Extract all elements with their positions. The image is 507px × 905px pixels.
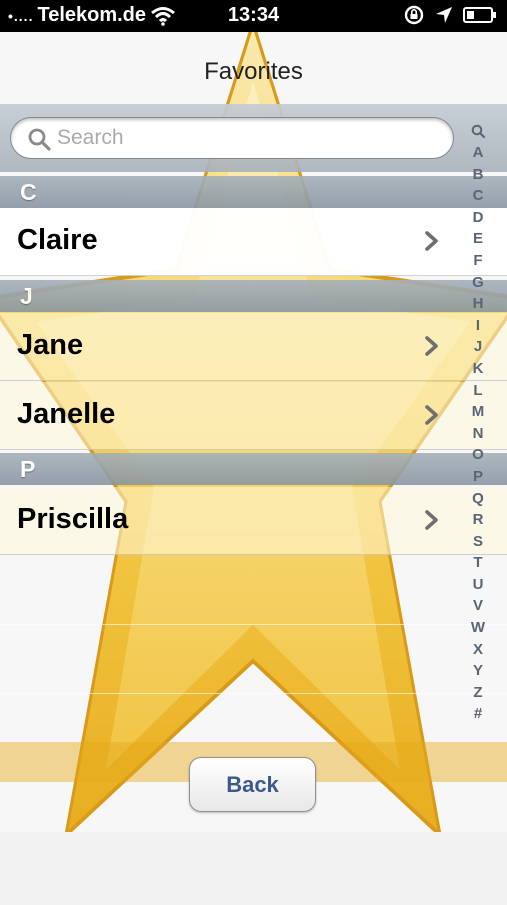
index-letter[interactable]: K [473,358,484,380]
index-letter[interactable]: F [473,250,482,272]
contact-row-jane[interactable]: Jane [0,313,507,381]
index-letter[interactable]: Q [472,488,484,510]
search-icon [28,128,51,151]
index-letter[interactable]: U [473,574,484,596]
section-index[interactable]: A B C D E F G H I J K L M N O P Q R S T … [466,122,490,725]
contact-name: Priscilla [17,503,129,535]
index-letter[interactable]: L [473,380,482,402]
contact-name: Jane [17,329,84,361]
index-letter[interactable]: # [474,703,482,725]
section-header-j: J [0,280,507,312]
index-letter[interactable]: P [473,466,483,488]
index-letter[interactable]: G [472,272,484,294]
index-letter[interactable]: C [473,185,484,207]
index-letter[interactable]: H [473,293,484,315]
index-letter[interactable]: E [473,228,483,250]
rotation-lock-icon [404,5,424,25]
contact-row-priscilla[interactable]: Priscilla [0,487,507,555]
index-letter[interactable]: X [473,639,483,661]
index-letter[interactable]: N [473,423,484,445]
search-index-icon[interactable] [471,124,485,138]
search-input[interactable]: Search [10,117,454,159]
status-bar: •.... Telekom.de 13:34 [0,0,507,32]
index-letter[interactable]: Y [473,660,483,682]
index-letter[interactable]: J [474,336,482,358]
index-letter[interactable]: W [471,617,485,639]
back-button[interactable]: Back [189,757,316,812]
index-letter[interactable]: M [472,401,485,423]
index-letter[interactable]: R [473,509,484,531]
index-letter[interactable]: B [473,164,484,186]
section-header-c: C [0,176,507,208]
section-header-p: P [0,453,507,485]
contact-name: Janelle [17,398,116,430]
chevron-right-icon [425,231,438,251]
index-letter[interactable]: D [473,207,484,229]
index-letter[interactable]: A [473,142,484,164]
index-letter[interactable]: Z [473,682,482,704]
empty-row [0,556,507,625]
battery-icon [463,7,496,23]
contact-name: Claire [17,224,98,256]
index-letter[interactable]: S [473,531,483,553]
index-letter[interactable]: O [472,444,484,466]
index-letter[interactable]: T [473,552,482,574]
contact-row-claire[interactable]: Claire [0,208,507,276]
index-letter[interactable]: I [476,315,480,337]
chevron-right-icon [425,405,438,425]
search-placeholder: Search [57,126,124,149]
empty-row [0,694,507,762]
chevron-right-icon [425,336,438,356]
location-icon [436,7,452,23]
page-title: Favorites [204,58,303,85]
chevron-right-icon [425,510,438,530]
contact-row-janelle[interactable]: Janelle [0,382,507,450]
empty-row [0,625,507,694]
index-letter[interactable]: V [473,595,483,617]
